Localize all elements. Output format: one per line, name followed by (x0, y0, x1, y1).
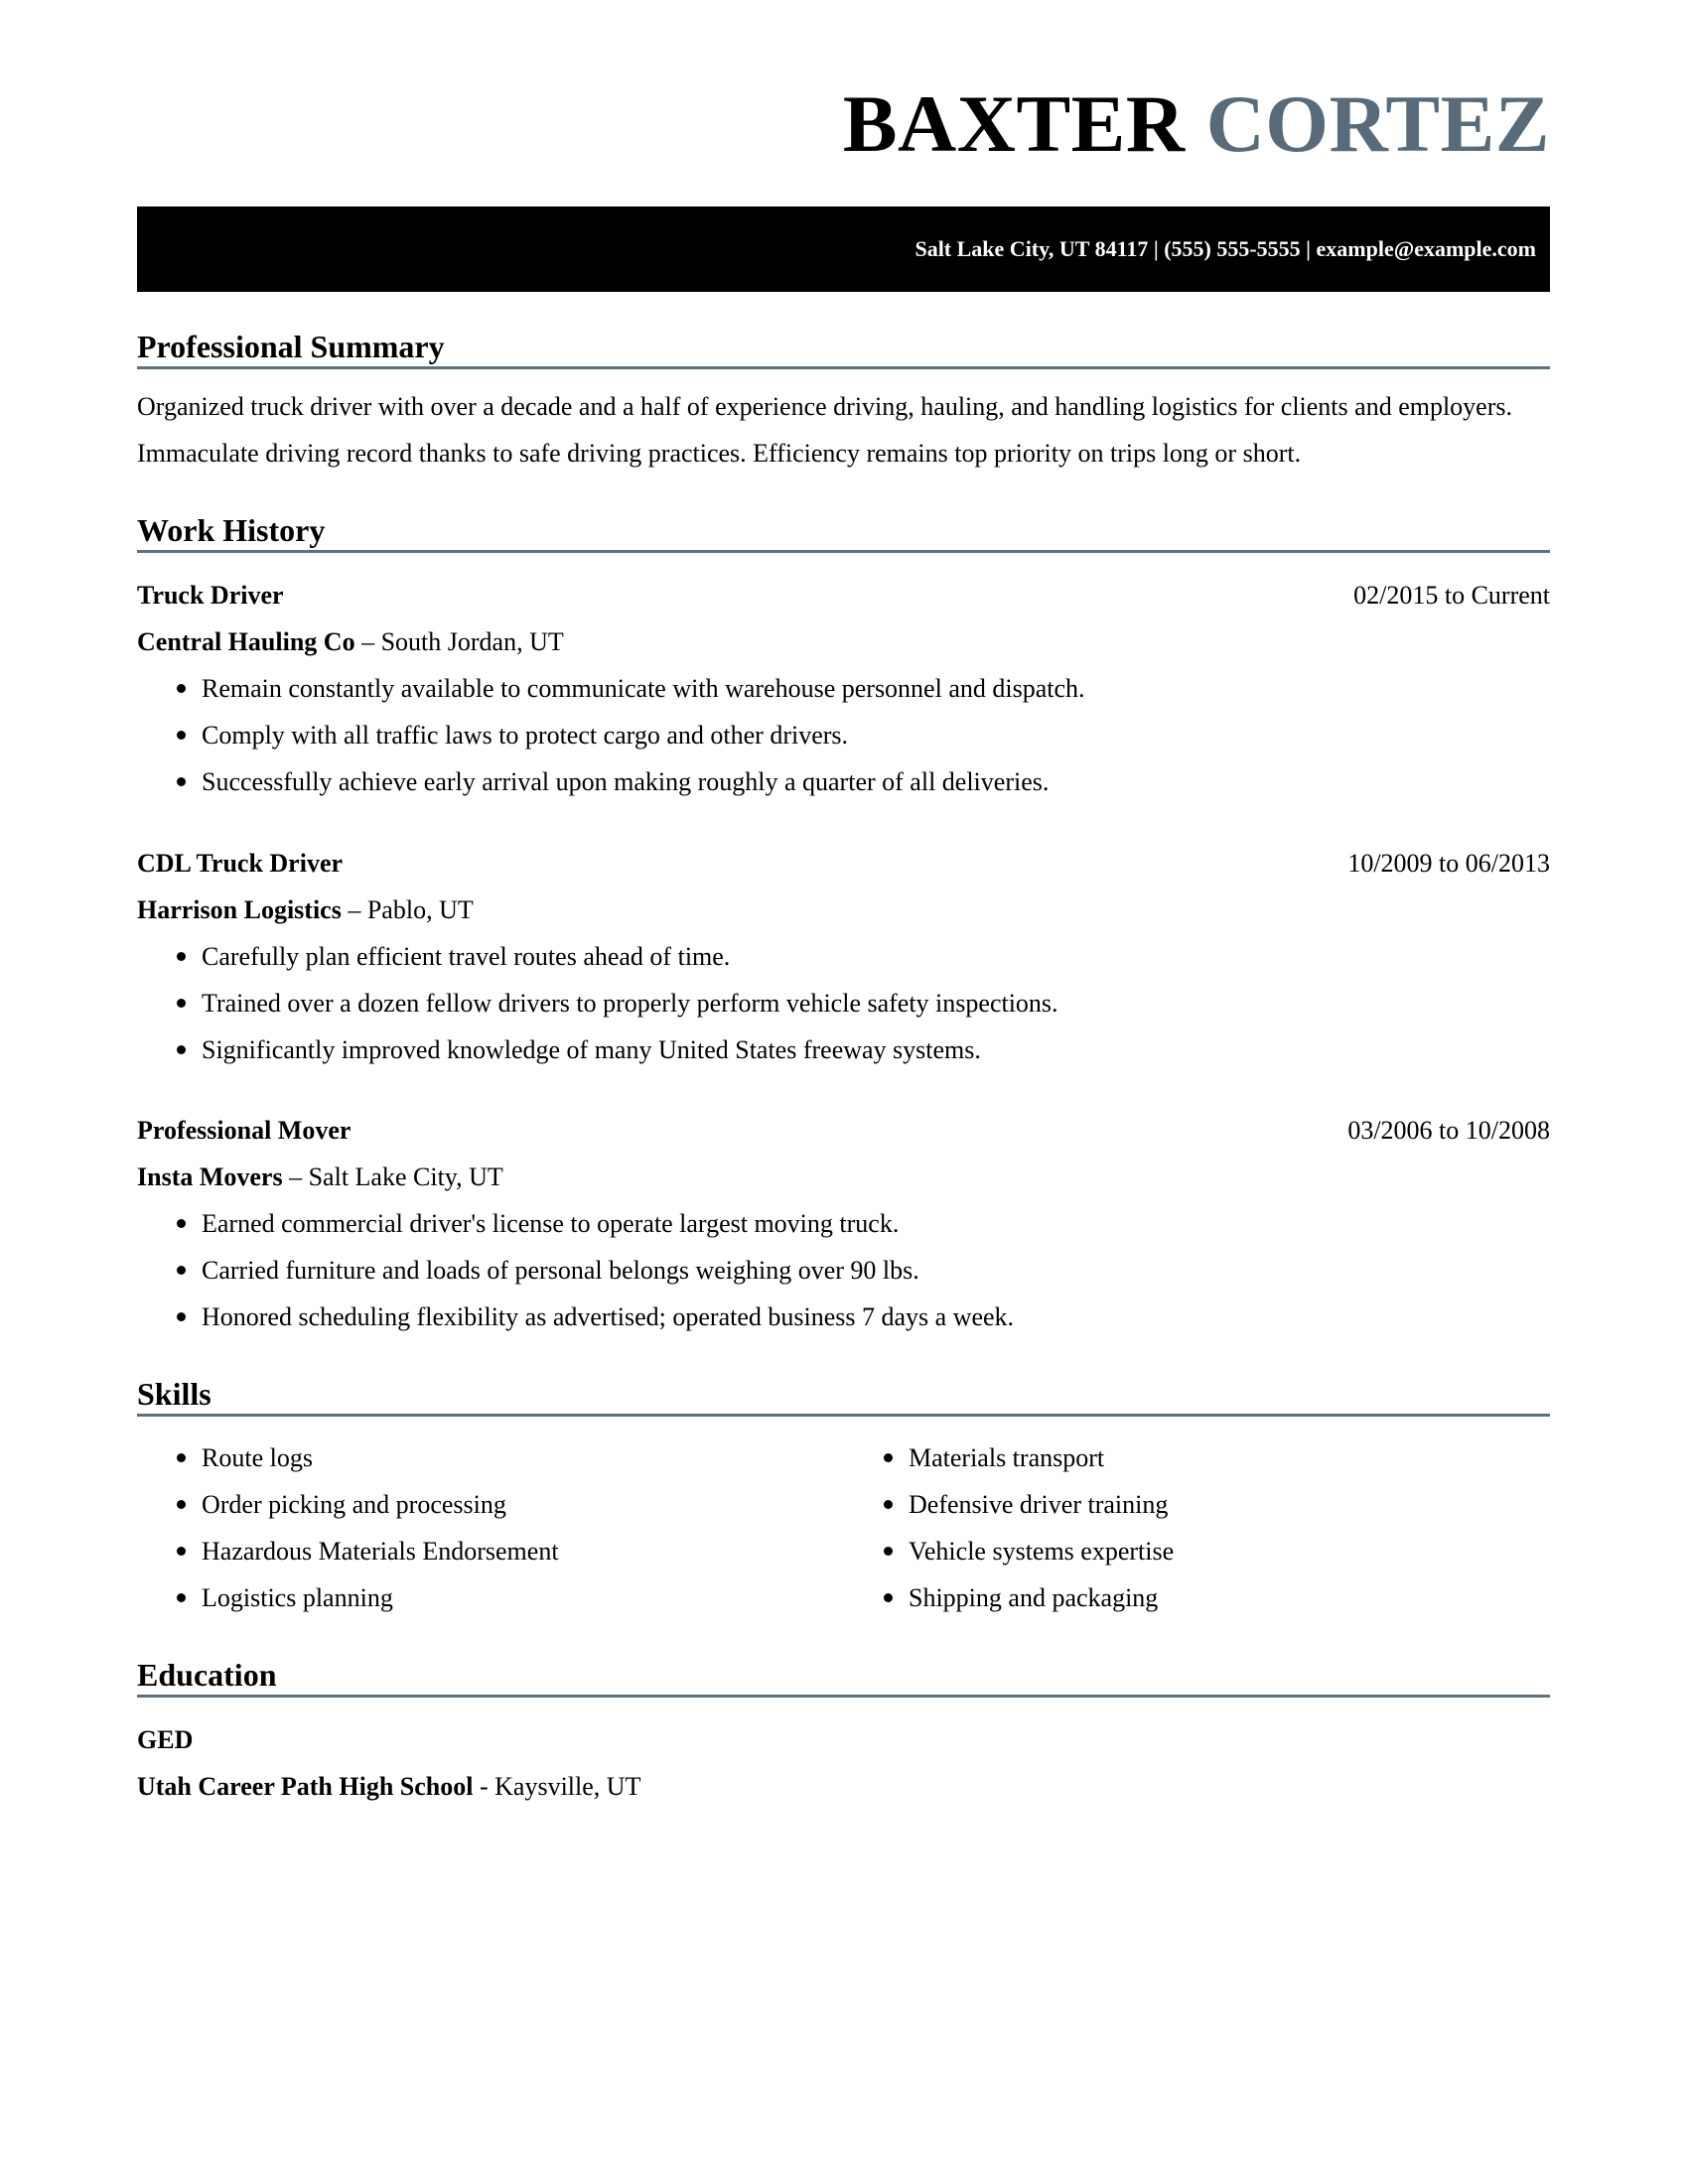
job-entry: Professional Mover 03/2006 to 10/2008 In… (137, 1107, 1550, 1340)
company-location: – South Jordan, UT (354, 627, 564, 656)
section-heading: Skills (137, 1374, 1550, 1417)
list-item: Earned commercial driver's license to op… (137, 1200, 1550, 1247)
skills-section: Skills (137, 1374, 1550, 1417)
section-heading: Professional Summary (137, 327, 1550, 369)
bullet-icon (177, 999, 186, 1008)
bullet-icon (177, 731, 186, 740)
bullet-text: Earned commercial driver's license to op… (202, 1209, 900, 1238)
section-heading: Work History (137, 510, 1550, 553)
skill-text: Defensive driver training (909, 1490, 1169, 1519)
list-item: Logistics planning (137, 1574, 832, 1621)
list-item: Comply with all traffic laws to protect … (137, 712, 1550, 758)
job-dates: 10/2009 to 06/2013 (1347, 849, 1550, 878)
bullet-text: Honored scheduling flexibility as advert… (202, 1302, 1015, 1331)
job-bullets: Carefully plan efficient travel routes a… (137, 933, 1550, 1073)
education-entry: GED Utah Career Path High School - Kaysv… (137, 1716, 1550, 1810)
bullet-text: Trained over a dozen fellow drivers to p… (202, 989, 1058, 1018)
list-item: Hazardous Materials Endorsement (137, 1528, 832, 1574)
education-section: Education (137, 1655, 1550, 1698)
bullet-icon (177, 684, 186, 693)
bullet-text: Remain constantly available to communica… (202, 674, 1085, 703)
company-location: – Salt Lake City, UT (282, 1162, 503, 1191)
list-item: Trained over a dozen fellow drivers to p… (137, 980, 1550, 1026)
bullet-icon (884, 1547, 893, 1556)
contact-banner: Salt Lake City, UT 84117 | (555) 555-555… (137, 206, 1550, 292)
skills-column-left: Route logs Order picking and processing … (137, 1434, 832, 1621)
job-title: Professional Mover (137, 1116, 352, 1145)
list-item: Route logs (137, 1434, 832, 1481)
list-item: Vehicle systems expertise (844, 1528, 1539, 1574)
work-history-section: Work History (137, 510, 1550, 553)
job-dates: 03/2006 to 10/2008 (1347, 1116, 1550, 1145)
list-item: Materials transport (844, 1434, 1539, 1481)
bullet-text: Carefully plan efficient travel routes a… (202, 942, 731, 971)
bullet-text: Significantly improved knowledge of many… (202, 1035, 981, 1064)
list-item: Successfully achieve early arrival upon … (137, 758, 1550, 805)
list-item: Shipping and packaging (844, 1574, 1539, 1621)
job-title: Truck Driver (137, 581, 284, 610)
work-heading-text: Work History (137, 512, 326, 548)
summary-heading-text: Professional Summary (137, 329, 445, 364)
bullet-icon (177, 777, 186, 786)
skill-text: Logistics planning (202, 1583, 393, 1612)
bullet-icon (177, 1312, 186, 1321)
bullet-icon (177, 1219, 186, 1228)
bullet-icon (884, 1593, 893, 1602)
job-bullets: Earned commercial driver's license to op… (137, 1200, 1550, 1340)
list-item: Order picking and processing (137, 1481, 832, 1528)
contact-info: Salt Lake City, UT 84117 | (555) 555-555… (914, 236, 1536, 261)
list-item: Honored scheduling flexibility as advert… (137, 1294, 1550, 1340)
job-bullets: Remain constantly available to communica… (137, 665, 1550, 805)
section-heading: Education (137, 1655, 1550, 1698)
list-item: Carefully plan efficient travel routes a… (137, 933, 1550, 980)
skills-column-right: Materials transport Defensive driver tra… (844, 1434, 1539, 1621)
degree: GED (137, 1725, 194, 1754)
job-entry: Truck Driver 02/2015 to Current Central … (137, 572, 1550, 805)
skill-text: Hazardous Materials Endorsement (202, 1537, 559, 1566)
school-location: - Kaysville, UT (473, 1772, 641, 1801)
skill-text: Vehicle systems expertise (909, 1537, 1175, 1566)
bullet-icon (177, 1547, 186, 1556)
summary-text: Organized truck driver with over a decad… (137, 392, 1512, 468)
bullet-text: Carried furniture and loads of personal … (202, 1256, 919, 1285)
skill-text: Route logs (202, 1443, 313, 1472)
bullet-text: Successfully achieve early arrival upon … (202, 767, 1050, 796)
bullet-icon (177, 1593, 186, 1602)
first-name: BAXTER (842, 78, 1186, 169)
bullet-icon (884, 1453, 893, 1462)
school-name: Utah Career Path High School (137, 1772, 474, 1801)
list-item: Carried furniture and loads of personal … (137, 1247, 1550, 1294)
bullet-icon (177, 1500, 186, 1509)
company-name: Harrison Logistics (137, 895, 342, 924)
bullet-icon (177, 1453, 186, 1462)
skills-heading-text: Skills (137, 1376, 211, 1412)
list-item: Remain constantly available to communica… (137, 665, 1550, 712)
bullet-icon (177, 1266, 186, 1275)
job-dates: 02/2015 to Current (1353, 581, 1550, 610)
job-entry: CDL Truck Driver 10/2009 to 06/2013 Harr… (137, 840, 1550, 1073)
last-name: CORTEZ (1205, 78, 1550, 169)
job-title: CDL Truck Driver (137, 849, 344, 878)
list-item: Significantly improved knowledge of many… (137, 1026, 1550, 1073)
bullet-icon (177, 1045, 186, 1054)
education-heading-text: Education (137, 1657, 277, 1693)
bullet-icon (177, 952, 186, 961)
summary-section: Professional Summary Organized truck dri… (137, 327, 1550, 477)
list-item: Defensive driver training (844, 1481, 1539, 1528)
skill-text: Materials transport (909, 1443, 1105, 1472)
company-name: Central Hauling Co (137, 627, 355, 656)
company-name: Insta Movers (137, 1162, 283, 1191)
bullet-text: Comply with all traffic laws to protect … (202, 721, 849, 750)
skill-text: Order picking and processing (202, 1490, 506, 1519)
candidate-name: BAXTER CORTEZ (843, 69, 1550, 179)
skill-text: Shipping and packaging (909, 1583, 1159, 1612)
company-location: – Pablo, UT (341, 895, 474, 924)
bullet-icon (884, 1500, 893, 1509)
